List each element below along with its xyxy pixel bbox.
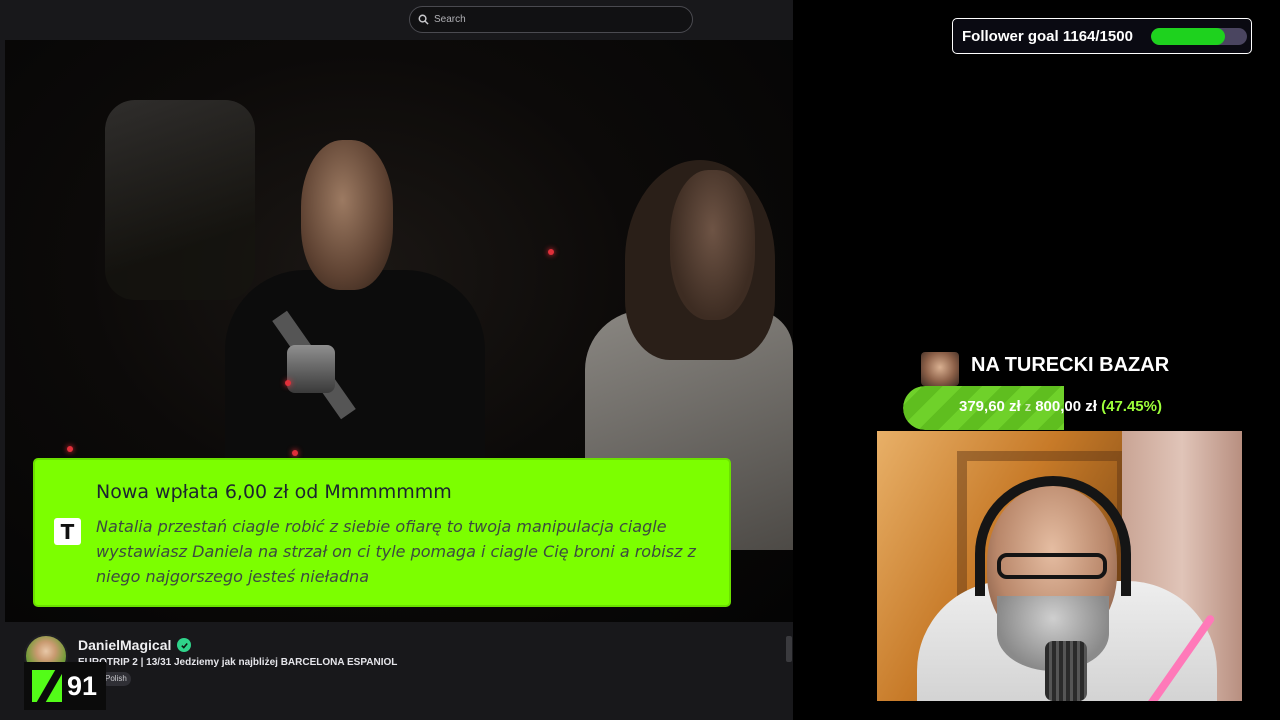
follower-goal-widget: Follower goal 1164/1500 <box>952 18 1252 54</box>
kick-count: 91 <box>67 671 98 701</box>
follower-goal-label: Follower goal 1164/1500 <box>962 27 1133 45</box>
follower-goal-fill <box>1151 28 1226 45</box>
glasses <box>997 553 1107 579</box>
fundraiser-progress-bar: 379,60 zł z 800,00 zł (47.45%) <box>903 386 1243 430</box>
microphone-icon <box>1045 641 1087 701</box>
fundraiser-title: NA TURECKI BAZAR <box>971 354 1170 376</box>
follower-goal-bar <box>1151 28 1247 45</box>
scroll-handle[interactable] <box>786 636 792 662</box>
fundraiser-separator: z <box>1024 399 1032 414</box>
fundraiser-goal: 800,00 zł <box>1035 398 1097 415</box>
kick-badge: 91 <box>24 662 106 710</box>
donation-message: Natalia przestań ciagle robić z siebie o… <box>96 517 696 586</box>
red-light <box>292 450 298 456</box>
car-seat <box>105 100 255 300</box>
search-box[interactable] <box>409 6 693 33</box>
top-bar <box>0 0 793 40</box>
verified-badge-icon <box>177 638 191 652</box>
tipply-logo-icon: T <box>54 518 81 545</box>
fundraiser-raised: 379,60 zł <box>959 398 1021 415</box>
stream-layout: T Nowa wpłata 6,00 zł od Mmmmmmm Natalia… <box>0 0 1280 720</box>
red-light <box>67 446 73 452</box>
donation-alert: T Nowa wpłata 6,00 zł od Mmmmmmm Natalia… <box>35 460 729 605</box>
fundraiser-percent: (47.45%) <box>1101 398 1162 415</box>
search-input[interactable] <box>434 14 664 25</box>
passenger-head <box>301 140 393 290</box>
stream-title: EUROTRIP 2 | 13/31 Jedziemy jak najbliże… <box>78 657 398 668</box>
channel-name[interactable]: DanielMagical <box>78 637 171 653</box>
browser-panel: T Nowa wpłata 6,00 zł od Mmmmmmm Natalia… <box>0 0 793 720</box>
red-light <box>285 380 291 386</box>
streamer-webcam <box>877 431 1242 701</box>
fundraiser-emote-icon <box>921 352 959 386</box>
red-light <box>548 249 554 255</box>
donation-title: Nowa wpłata 6,00 zł od Mmmmmmm <box>96 481 452 503</box>
kick-logo-icon <box>32 670 62 702</box>
woman-face <box>670 170 755 320</box>
fundraiser-progress-text: 379,60 zł z 800,00 zł (47.45%) <box>959 398 1162 415</box>
search-icon <box>418 14 429 25</box>
chest-camera <box>287 345 335 393</box>
